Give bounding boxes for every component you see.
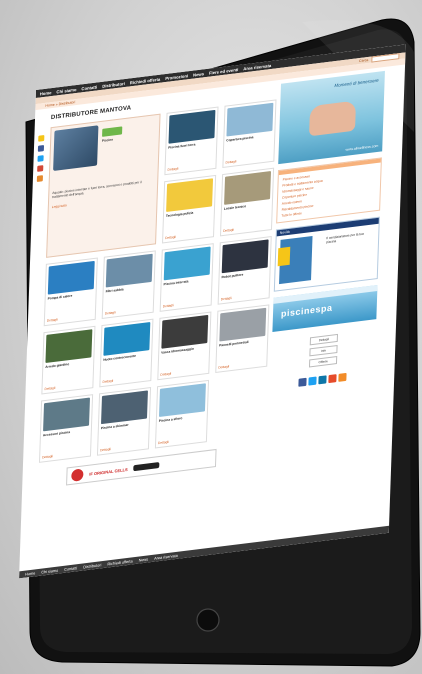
product-link[interactable]: Dettagli: [44, 381, 90, 391]
product-image: [105, 253, 153, 288]
stop-sign-icon: [71, 468, 84, 482]
nav-item[interactable]: News: [193, 71, 204, 77]
banner-text: IF ORIGINAL CELLS: [89, 466, 128, 477]
ad2-accent: [277, 246, 291, 267]
left-column: DISTRIBUTORE MANTOVA Piscine Aquatic: pi…: [26, 85, 277, 491]
product-card[interactable]: Locale tecnico Dettagli: [219, 167, 275, 237]
ad-url: www.aliwellness.com: [345, 143, 379, 152]
product-card[interactable]: Vasca idromassaggio Dettagli: [157, 311, 212, 381]
piscinespa-ad[interactable]: piscinespa: [272, 284, 378, 332]
footer-link[interactable]: Chi siamo: [41, 568, 58, 574]
product-image: [43, 397, 91, 432]
product-link[interactable]: Dettagli: [221, 292, 267, 301]
nav-item[interactable]: Home: [40, 90, 52, 96]
product-card[interactable]: Piscina fuori terra Dettagli: [164, 106, 219, 176]
brand-name: Piscine: [101, 137, 114, 143]
photo-stage: Home Chi siamo Contatti Distributori Richied…: [0, 0, 422, 674]
product-link[interactable]: Dettagli: [165, 230, 211, 240]
product-image: [221, 239, 269, 274]
product-image: [103, 322, 151, 356]
ad3-logo: piscinespa: [280, 302, 333, 319]
product-image: [219, 307, 267, 342]
product-link[interactable]: Dettagli: [223, 223, 269, 233]
google-icon[interactable]: [37, 165, 44, 172]
badge-button[interactable]: Dettagli: [309, 333, 339, 346]
tablet-screen: Home Chi siamo Contatti Distributori Richied…: [19, 44, 406, 579]
product-image: [168, 109, 216, 144]
home-button[interactable]: [196, 608, 220, 632]
right-sidebar: Momenti di benessere www.aliwellness.com…: [268, 70, 385, 461]
product-link[interactable]: Dettagli: [158, 435, 204, 445]
product-card[interactable]: Robot pulitore Dettagli: [217, 236, 272, 305]
product-link[interactable]: Dettagli: [102, 374, 148, 384]
tools-icon: [133, 461, 160, 472]
footer-link[interactable]: Distributori: [83, 563, 101, 569]
product-link[interactable]: Dettagli: [100, 443, 146, 452]
pool-image: [53, 125, 99, 171]
facebook-icon[interactable]: [37, 145, 45, 152]
product-grid: Piscine Aquatic: piscine interrate e fuo…: [38, 99, 277, 463]
product-card[interactable]: Piscina a sfioro Dettagli: [154, 379, 210, 449]
ad-brand: Momenti di benessere: [334, 77, 379, 89]
facebook-icon[interactable]: [298, 377, 307, 387]
product-image: [47, 260, 95, 295]
heat-pump-ad[interactable]: Novità Il condizionatore per la tua pisc…: [273, 216, 380, 292]
badge-list: Dettagli Info Offerte: [271, 329, 376, 372]
main-content: DISTRIBUTORE MANTOVA Piscine Aquatic: pi…: [22, 64, 405, 491]
featured-distributor[interactable]: Piscine Aquatic: piscine interrate e fuo…: [46, 113, 161, 258]
product-card[interactable]: Pompa di calore Dettagli: [43, 257, 98, 327]
product-link[interactable]: Dettagli: [105, 306, 151, 315]
product-link[interactable]: Dettagli: [47, 313, 93, 322]
badge-button[interactable]: Offerte: [308, 355, 338, 368]
product-card[interactable]: Piscina a skimmer Dettagli: [96, 386, 152, 456]
product-image: [161, 314, 209, 349]
product-card[interactable]: Pannelli perimetrali Dettagli: [215, 304, 270, 374]
product-link[interactable]: Dettagli: [167, 162, 213, 171]
linkedin-icon[interactable]: [318, 375, 327, 385]
footer-link[interactable]: News: [139, 557, 149, 562]
product-card[interactable]: Filtri sabbia Dettagli: [101, 250, 156, 320]
twitter-icon[interactable]: [37, 155, 44, 162]
product-card[interactable]: Piscina interrata Dettagli: [159, 243, 214, 312]
product-image: [163, 246, 211, 281]
badge-button[interactable]: Info: [309, 344, 338, 357]
rss-icon[interactable]: [36, 175, 43, 182]
rss-icon[interactable]: [338, 372, 347, 382]
social-icons: [270, 369, 374, 390]
product-link[interactable]: Dettagli: [225, 155, 271, 164]
footer-link[interactable]: Home: [25, 571, 35, 576]
product-image: [45, 329, 93, 364]
product-card[interactable]: Arredo giardino Dettagli: [41, 325, 96, 395]
product-card[interactable]: Accessori piscina Dettagli: [38, 394, 94, 463]
product-image: [224, 171, 272, 205]
product-link[interactable]: Dettagli: [163, 299, 209, 308]
product-image: [166, 178, 214, 213]
product-image: [101, 390, 148, 425]
youtube-icon[interactable]: [328, 374, 337, 384]
product-image: [226, 102, 274, 137]
footer-link[interactable]: Area riservata: [154, 553, 178, 560]
product-link[interactable]: Dettagli: [218, 360, 264, 369]
star-icon[interactable]: [38, 134, 45, 142]
twitter-icon[interactable]: [308, 376, 317, 386]
hot-tub-image: [309, 100, 357, 137]
brand-logo: [102, 126, 123, 137]
wellness-ad[interactable]: Momenti di benessere www.aliwellness.com: [278, 70, 385, 165]
product-card[interactable]: Tecnologia pulizia Dettagli: [162, 174, 217, 244]
side-share-icons: [36, 134, 45, 182]
product-link[interactable]: Dettagli: [160, 367, 206, 376]
category-links: Piscine e accessori Prodotti e trattament…: [276, 157, 382, 224]
product-image: [158, 383, 206, 418]
footer-link[interactable]: Contatti: [64, 566, 77, 572]
ad2-text: Il condizionatore per la tua piscina: [326, 231, 364, 245]
product-card[interactable]: Copertura piscina Dettagli: [222, 99, 277, 169]
product-link[interactable]: Dettagli: [42, 450, 88, 459]
product-card[interactable]: Nuoto controcorrente Dettagli: [99, 318, 154, 388]
